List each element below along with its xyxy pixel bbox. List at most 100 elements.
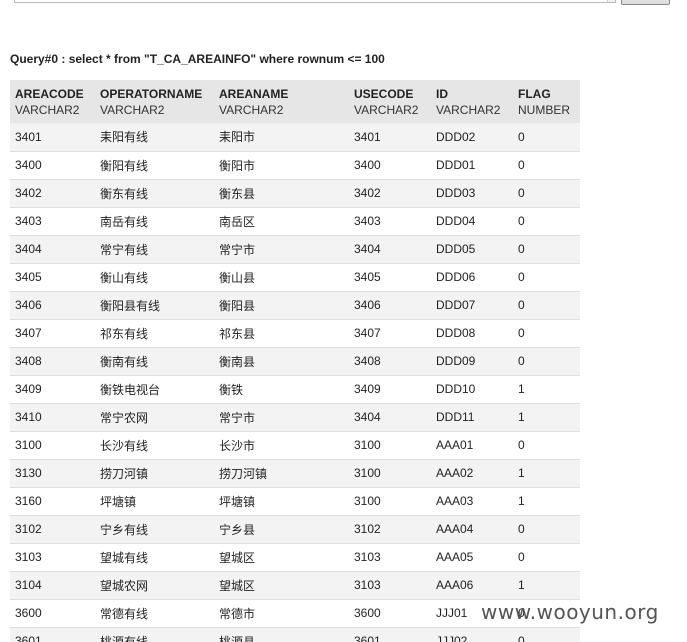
table-cell-areaname: 南岳区 bbox=[214, 207, 349, 236]
column-name: AREANAME bbox=[219, 87, 289, 101]
table-cell-usecode: 3102 bbox=[349, 515, 431, 544]
table-cell-operatorname: 祁东有线 bbox=[95, 319, 214, 348]
table-cell-usecode: 3406 bbox=[349, 291, 431, 320]
table-cell-operatorname: 宁乡有线 bbox=[95, 515, 214, 544]
table-cell-flag: 0 bbox=[513, 291, 580, 320]
table-row: 3409 衡铁电视台 衡铁 3409 DDD10 1 bbox=[10, 375, 580, 404]
table-cell-usecode: 3404 bbox=[349, 403, 431, 432]
result-table: AREACODE VARCHAR2 OPERATORNAME VARCHAR2 AREA… bbox=[10, 80, 580, 642]
table-cell-id: DDD09 bbox=[431, 347, 513, 376]
table-cell-id: DDD01 bbox=[431, 151, 513, 180]
table-cell-areacode: 3400 bbox=[10, 151, 95, 180]
table-cell-flag: 1 bbox=[513, 571, 580, 600]
table-cell-flag: 1 bbox=[513, 459, 580, 488]
column-name: USECODE bbox=[354, 87, 414, 101]
table-row: 3407 祁东有线 祁东县 3407 DDD08 0 bbox=[10, 319, 580, 348]
table-cell-operatorname: 望城有线 bbox=[95, 543, 214, 572]
table-cell-operatorname: 耒阳有线 bbox=[95, 123, 214, 152]
table-cell-flag: 1 bbox=[513, 403, 580, 432]
table-cell-usecode: 3403 bbox=[349, 207, 431, 236]
table-cell-areaname: 桃源县 bbox=[214, 627, 349, 642]
table-cell-areacode: 3405 bbox=[10, 263, 95, 292]
table-row: 3406 衡阳县有线 衡阳县 3406 DDD07 0 bbox=[10, 291, 580, 320]
table-cell-flag: 1 bbox=[513, 487, 580, 516]
table-cell-areaname: 衡铁 bbox=[214, 375, 349, 404]
table-cell-id: DDD11 bbox=[431, 403, 513, 432]
table-cell-operatorname: 衡阳有线 bbox=[95, 151, 214, 180]
table-cell-operatorname: 坪塘镇 bbox=[95, 487, 214, 516]
table-cell-usecode: 3601 bbox=[349, 627, 431, 642]
table-cell-areaname: 坪塘镇 bbox=[214, 487, 349, 516]
table-cell-usecode: 3100 bbox=[349, 459, 431, 488]
table-cell-usecode: 3100 bbox=[349, 431, 431, 460]
table-cell-usecode: 3103 bbox=[349, 571, 431, 600]
table-cell-areaname: 常德市 bbox=[214, 599, 349, 628]
table-cell-flag: 0 bbox=[513, 179, 580, 208]
column-type: VARCHAR2 bbox=[436, 103, 501, 117]
table-cell-operatorname: 衡南有线 bbox=[95, 347, 214, 376]
table-cell-usecode: 3402 bbox=[349, 179, 431, 208]
table-cell-operatorname: 桃源有线 bbox=[95, 627, 214, 642]
table-cell-usecode: 3600 bbox=[349, 599, 431, 628]
table-cell-areaname: 望城区 bbox=[214, 571, 349, 600]
table-cell-flag: 0 bbox=[513, 235, 580, 264]
column-header-usecode: USECODE VARCHAR2 bbox=[349, 80, 431, 123]
table-row: 3104 望城农网 望城区 3103 AAA06 1 bbox=[10, 571, 580, 600]
table-cell-usecode: 3404 bbox=[349, 235, 431, 264]
table-cell-id: AAA03 bbox=[431, 487, 513, 516]
table-cell-id: DDD07 bbox=[431, 291, 513, 320]
query-input[interactable] bbox=[14, 0, 616, 3]
table-cell-id: AAA05 bbox=[431, 543, 513, 572]
table-cell-flag: 0 bbox=[513, 263, 580, 292]
table-cell-areacode: 3104 bbox=[10, 571, 95, 600]
query-title: Query#0 : select * from "T_CA_AREAINFO" … bbox=[10, 52, 385, 66]
column-name: OPERATORNAME bbox=[100, 87, 203, 101]
table-cell-flag: 0 bbox=[513, 515, 580, 544]
table-row: 3401 耒阳有线 耒阳市 3401 DDD02 0 bbox=[10, 123, 580, 152]
table-cell-areacode: 3402 bbox=[10, 179, 95, 208]
table-cell-areacode: 3406 bbox=[10, 291, 95, 320]
table-cell-usecode: 3400 bbox=[349, 151, 431, 180]
table-cell-flag: 1 bbox=[513, 375, 580, 404]
table-cell-operatorname: 衡阳县有线 bbox=[95, 291, 214, 320]
table-cell-id: DDD10 bbox=[431, 375, 513, 404]
query-input-scrollbar[interactable] bbox=[607, 0, 615, 2]
table-cell-id: AAA06 bbox=[431, 571, 513, 600]
table-cell-areacode: 3600 bbox=[10, 599, 95, 628]
table-cell-areacode: 3403 bbox=[10, 207, 95, 236]
table-cell-operatorname: 常宁农网 bbox=[95, 403, 214, 432]
table-cell-areaname: 常宁市 bbox=[214, 403, 349, 432]
table-cell-id: DDD08 bbox=[431, 319, 513, 348]
table-row: 3601 桃源有线 桃源县 3601 JJJ02 0 bbox=[10, 627, 580, 642]
page: Query#0 : select * from "T_CA_AREAINFO" … bbox=[0, 0, 687, 642]
table-cell-areaname: 宁乡县 bbox=[214, 515, 349, 544]
table-cell-flag: 0 bbox=[513, 207, 580, 236]
table-cell-flag: 0 bbox=[513, 431, 580, 460]
table-cell-operatorname: 长沙有线 bbox=[95, 431, 214, 460]
column-header-areaname: AREANAME VARCHAR2 bbox=[214, 80, 349, 123]
table-cell-usecode: 3401 bbox=[349, 123, 431, 152]
table-cell-areacode: 3100 bbox=[10, 431, 95, 460]
table-cell-usecode: 3103 bbox=[349, 543, 431, 572]
column-name: FLAG bbox=[518, 87, 551, 101]
table-cell-areaname: 衡南县 bbox=[214, 347, 349, 376]
table-row: 3100 长沙有线 长沙市 3100 AAA01 0 bbox=[10, 431, 580, 460]
column-header-flag: FLAG NUMBER bbox=[513, 80, 580, 123]
table-cell-areacode: 3601 bbox=[10, 627, 95, 642]
table-row: 3102 宁乡有线 宁乡县 3102 AAA04 0 bbox=[10, 515, 580, 544]
column-type: VARCHAR2 bbox=[15, 103, 80, 117]
execute-button[interactable] bbox=[621, 0, 670, 5]
table-cell-flag: 0 bbox=[513, 319, 580, 348]
column-type: VARCHAR2 bbox=[219, 103, 284, 117]
table-cell-usecode: 3407 bbox=[349, 319, 431, 348]
table-row: 3404 常宁有线 常宁市 3404 DDD05 0 bbox=[10, 235, 580, 264]
table-cell-usecode: 3408 bbox=[349, 347, 431, 376]
table-header-row: AREACODE VARCHAR2 OPERATORNAME VARCHAR2 AREA… bbox=[10, 80, 580, 123]
table-cell-areacode: 3409 bbox=[10, 375, 95, 404]
column-header-areacode: AREACODE VARCHAR2 bbox=[10, 80, 95, 123]
column-header-id: ID VARCHAR2 bbox=[431, 80, 513, 123]
table-cell-areaname: 衡阳市 bbox=[214, 151, 349, 180]
table-cell-operatorname: 南岳有线 bbox=[95, 207, 214, 236]
table-cell-areaname: 衡东县 bbox=[214, 179, 349, 208]
table-cell-id: AAA02 bbox=[431, 459, 513, 488]
